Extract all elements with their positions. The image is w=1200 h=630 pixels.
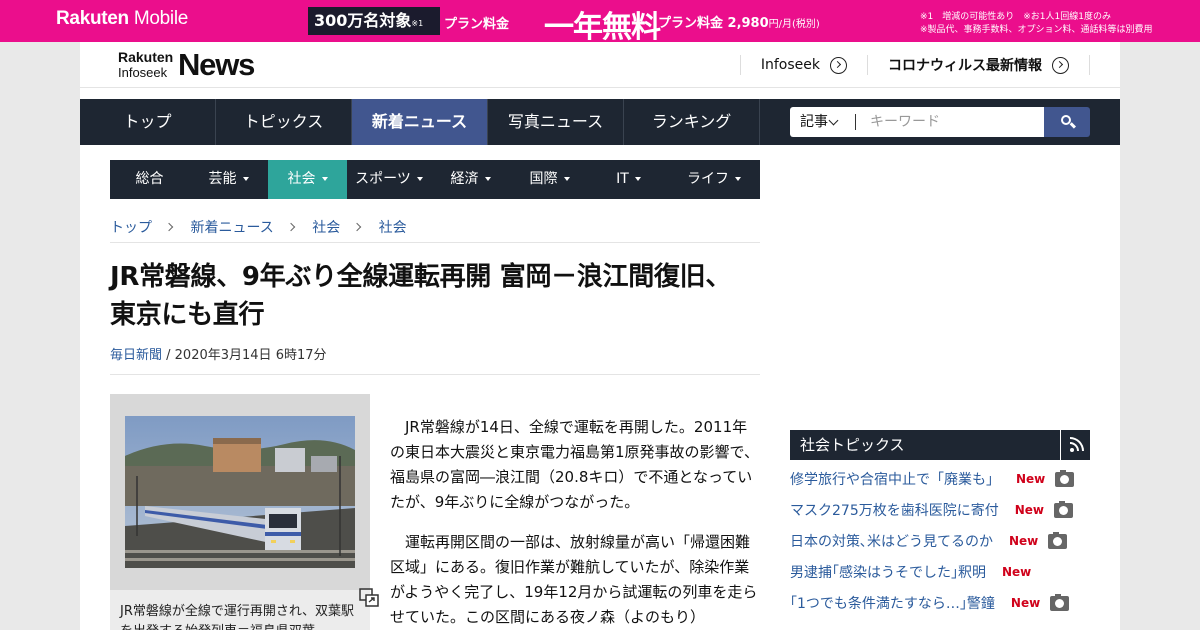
category-general[interactable]: 総合 <box>110 160 189 199</box>
caret-down-icon <box>416 177 423 181</box>
topic-item[interactable]: 修学旅行や合宿中止で「廃業も」 New <box>790 469 1075 489</box>
new-badge: New <box>1010 596 1041 610</box>
train-photo-image <box>125 416 355 568</box>
article-photo[interactable] <box>110 394 379 607</box>
ad-banner[interactable]: Rakuten Mobile 300万名対象※1 プラン料金 一年無料 プラン料… <box>0 0 1200 45</box>
chevron-down-icon <box>828 115 839 126</box>
category-life[interactable]: ライフ <box>668 160 760 199</box>
arrow-circle-icon <box>1052 56 1069 74</box>
camera-icon <box>1054 500 1074 518</box>
chevron-right-icon <box>164 222 174 232</box>
breadcrumb-society[interactable]: 社会 <box>312 220 340 236</box>
logo-infoseek: Infoseek <box>118 65 168 80</box>
topic-item[interactable]: ｢1つでも条件満たすなら…｣警鐘 New <box>790 593 1070 613</box>
caret-down-icon <box>484 177 491 181</box>
article-paragraph: 運転再開区間の一部は、放射線量が高い「帰還困難区域」にある。復旧作業が難航してい… <box>390 533 758 626</box>
ad-brand-logo: Rakuten Mobile <box>56 8 189 29</box>
corona-info-link[interactable]: コロナウィルス最新情報 <box>867 55 1089 75</box>
society-topics-heading: 社会トピックス <box>790 430 1090 460</box>
logo-rakuten: Rakuten <box>118 49 174 65</box>
category-it[interactable]: IT <box>589 160 668 199</box>
article-body: JR常磐線が14日、全線で運転を再開した。2011年の東日本大震災と東京電力福島… <box>390 415 760 630</box>
breadcrumb-latest-news[interactable]: 新着ニュース <box>190 220 273 236</box>
header-divider <box>1089 55 1090 75</box>
article-byline: 毎日新聞 / 2020年3月14日 6時17分 <box>110 344 327 363</box>
main-nav-ranking[interactable]: ランキング <box>624 99 760 145</box>
site-header: Rakuten Infoseek News Infoseek コロナウィルス最新… <box>80 42 1120 88</box>
topic-item[interactable]: マスク275万枚を歯科医院に寄付 New <box>790 500 1074 520</box>
new-badge: New <box>1009 534 1039 548</box>
topic-item[interactable]: 男逮捕｢感染はうそでした｣釈明 New <box>790 562 1031 582</box>
topic-link[interactable]: 男逮捕｢感染はうそでした｣釈明 <box>790 562 986 582</box>
category-entertainment[interactable]: 芸能 <box>189 160 268 199</box>
expand-image-icon[interactable] <box>344 566 379 607</box>
search-bar: 記事 <box>790 107 1090 137</box>
search-category-select[interactable]: 記事 <box>790 107 856 137</box>
breadcrumb-society-sub[interactable]: 社会 <box>379 220 407 236</box>
chevron-right-icon <box>352 222 362 232</box>
breadcrumb-top[interactable]: トップ <box>110 220 152 236</box>
article-paragraph: JR常磐線が14日、全線で運転を再開した。2011年の東日本大震災と東京電力福島… <box>390 418 759 511</box>
caret-down-icon <box>321 177 328 181</box>
search-button[interactable] <box>1044 107 1090 137</box>
main-nav: トップ トピックス 新着ニュース 写真ニュース ランキング 記事 <box>80 99 1120 145</box>
main-nav-top[interactable]: トップ <box>80 99 216 145</box>
rss-icon[interactable] <box>1060 430 1090 460</box>
breadcrumb: トップ 新着ニュース 社会 社会 <box>110 217 760 243</box>
category-society[interactable]: 社会 <box>268 160 347 199</box>
chevron-right-icon <box>286 222 296 232</box>
topic-link[interactable]: 日本の対策､米はどう見てるのか <box>790 531 993 551</box>
new-badge: New <box>1014 503 1045 517</box>
camera-icon <box>1048 531 1068 549</box>
byline-divider <box>110 374 760 375</box>
topic-link[interactable]: ｢1つでも条件満たすなら…｣警鐘 <box>790 593 995 613</box>
camera-icon <box>1050 593 1070 611</box>
category-sports[interactable]: スポーツ <box>347 160 431 199</box>
ad-note-2: ※製品代、事務手数料、オプション料、通話料等は別費用 <box>920 25 1153 35</box>
ad-plan-label: プラン料金 <box>444 17 510 32</box>
header-links: Infoseek コロナウィルス最新情報 <box>739 52 1090 78</box>
article-date: / 2020年3月14日 6時17分 <box>162 348 327 363</box>
caret-down-icon <box>634 177 641 181</box>
main-nav-topics[interactable]: トピックス <box>216 99 352 145</box>
topic-link[interactable]: 修学旅行や合宿中止で「廃業も」 <box>790 469 1000 489</box>
new-badge: New <box>1016 472 1046 486</box>
new-badge: New <box>1002 565 1032 579</box>
search-icon-handle <box>1069 122 1077 129</box>
arrow-circle-icon <box>830 56 847 74</box>
ad-note-1: ※1 増減の可能性あり ※お1人1回線1度のみ <box>920 12 1111 22</box>
topic-item[interactable]: 日本の対策､米はどう見てるのか New <box>790 531 1068 551</box>
page-container: Rakuten Infoseek News Infoseek コロナウィルス最新… <box>80 42 1120 630</box>
article-title: JR常磐線、9年ぶり全線運転再開 富岡－浪江間復旧、東京にも直行 <box>110 262 732 330</box>
category-economy[interactable]: 経済 <box>431 160 510 199</box>
photo-caption: JR常磐線が全線で運行再開され、双葉駅を出発する始発列車＝福島県双葉 <box>120 604 354 630</box>
logo-news: News <box>178 47 255 82</box>
topic-link[interactable]: マスク275万枚を歯科医院に寄付 <box>790 500 999 520</box>
caret-down-icon <box>563 177 570 181</box>
infoseek-link[interactable]: Infoseek <box>739 55 867 75</box>
caret-down-icon <box>735 177 741 181</box>
category-international[interactable]: 国際 <box>510 160 589 199</box>
main-nav-photo-news[interactable]: 写真ニュース <box>488 99 624 145</box>
category-nav: 総合 芸能 社会 スポーツ 経済 国際 IT ライフ <box>110 160 760 199</box>
article-photo-box: JR常磐線が全線で運行再開され、双葉駅を出発する始発列車＝福島県双葉 <box>110 394 379 630</box>
main-nav-latest-news[interactable]: 新着ニュース <box>352 99 488 145</box>
camera-icon <box>1055 469 1075 487</box>
caret-down-icon <box>242 177 249 181</box>
article-source-link[interactable]: 毎日新聞 <box>110 348 162 363</box>
ad-plan-price: プラン料金 2,980円/月(税別) <box>658 16 820 31</box>
search-input[interactable] <box>856 107 1044 137</box>
ad-pill: 300万名対象※1 <box>308 7 440 35</box>
ad-free-text: 一年無料 <box>544 10 661 45</box>
